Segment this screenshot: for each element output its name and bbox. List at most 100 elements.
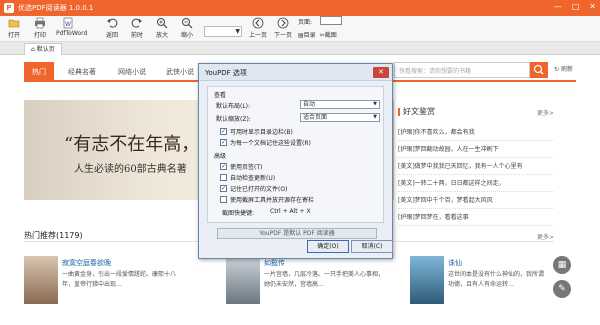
ok-button[interactable]: 确定(O) [307, 240, 349, 253]
recommend-more-link[interactable]: 更多> [537, 232, 554, 241]
recommend-title: 热门推荐(1179) [24, 231, 83, 240]
chevron-down-icon: ▼ [373, 114, 377, 120]
banner-headline: “有志不在年高， [64, 134, 200, 155]
zoom-select[interactable]: ▼ [204, 26, 242, 37]
banner-subline: 人生必读的60部古典名著 [74, 164, 187, 175]
list-item[interactable]: [护眼]梦回翻动故园，人在一生冲刷下 [398, 141, 554, 158]
search-icon [533, 64, 544, 75]
zoom-in-icon [157, 18, 168, 29]
close-button[interactable]: ✕ [589, 2, 596, 11]
dialog-body: 查看 默认布局(L): 自动 ▼ 默认缩放(Z): 适合页面 ▼ ✓ 可用时显示目录边… [207, 86, 384, 223]
page-actions: ▤目录 ✂截图 [298, 30, 337, 39]
remember-settings-checkbox[interactable]: ✓ 为每一个文档记住这些设置(R) [220, 138, 311, 147]
cancel-button[interactable]: 取消(C) [351, 240, 393, 253]
book-card[interactable]: 诛仙 这世间本是没有什么神仙的，我所谓功德，且有人有命运转… [410, 256, 550, 316]
checkbox-checked: ✓ [220, 128, 227, 135]
book-cover [24, 256, 58, 304]
redo-icon [131, 18, 142, 28]
app-logo-icon: P [4, 3, 14, 13]
screenshot-button[interactable]: ✂截图 [320, 30, 337, 39]
book-cover [226, 256, 260, 304]
tab-hot[interactable]: 热门 [24, 62, 54, 82]
search-button[interactable] [530, 62, 548, 78]
advanced-group-label: 高级 [214, 153, 227, 160]
forward-button[interactable]: 前时 [125, 17, 149, 39]
checkbox-checked: ✓ [220, 163, 227, 170]
list-item[interactable]: [美文]做梦中我我已天回忆，我有一人个心里有 [398, 158, 554, 175]
book-card[interactable]: 如懿传 一片宫墙，几层冷落。一只手把美人心事相，她仍未安然，宫墙高… [226, 256, 384, 316]
checkbox-unchecked [220, 196, 227, 203]
list-item[interactable]: [护眼]梦回梦在，看看这事 [398, 209, 554, 226]
layout-label: 默认布局(L): [216, 103, 251, 110]
set-default-reader-button[interactable]: YouPDF 是默认 PDF 阅读器 [217, 228, 377, 239]
book-card[interactable]: 寂寞空庭春欲晚 一曲黄金身，引出一段爱情蹉跎。康熙十八年，皇帝行猎中出现… [24, 256, 194, 316]
maximize-button[interactable]: □ [572, 2, 580, 11]
prev-page-button[interactable]: 上一页 [246, 17, 270, 39]
book-title: 诛仙 [448, 259, 462, 267]
pdf-to-word-button[interactable]: W PdfToWord [56, 17, 87, 37]
minimize-button[interactable]: — [554, 2, 562, 11]
checkbox-unchecked [220, 174, 227, 181]
bookmark-button[interactable]: ▤目录 [298, 30, 316, 39]
hotkey-value[interactable]: Ctrl + Alt + X [270, 208, 311, 215]
folder-icon [8, 19, 20, 28]
tab-classics[interactable]: 经典名著 [60, 62, 104, 82]
back-button[interactable]: 返回 [100, 17, 124, 39]
tab-default-page[interactable]: ⌂ 默认页 [24, 43, 62, 55]
page-number-input[interactable] [320, 16, 342, 25]
layout-select[interactable]: 自动 ▼ [300, 100, 380, 109]
checkbox-checked: ✓ [220, 185, 227, 192]
section-title: 好文鉴赏 [398, 106, 435, 117]
tab-wuxia[interactable]: 武侠小说 [160, 62, 200, 82]
search-input[interactable]: 快看搜索：请你想要的书籍 [394, 62, 530, 78]
tabs-checkbox[interactable]: ✓ 使用页签(T) [220, 162, 262, 171]
chevron-down-icon: ▼ [373, 101, 377, 107]
dialog-title: YouPDF 选项 [205, 69, 247, 77]
qrcode-icon[interactable]: ▦ [553, 256, 571, 274]
essay-section: 好文鉴赏 更多> [护眼]你不喜欢么，都会有我 [护眼]梦回翻动故园，人在一生冲… [398, 100, 554, 226]
title-bar: P 优选PDF阅读器 1.0.0.1 — □ ✕ [0, 0, 600, 16]
remember-files-checkbox[interactable]: ✓ 记住已打开的文件(O) [220, 184, 287, 193]
list-item[interactable]: [护眼]你不喜欢么，都会有我 [398, 124, 554, 141]
floating-tools: ▦ ✎ [553, 256, 573, 304]
zoom-in-button[interactable]: 放大 [150, 17, 174, 39]
refresh-icon: ↻ [554, 66, 561, 73]
print-button[interactable]: 打印 [28, 17, 52, 39]
tab-web-novels[interactable]: 网络小说 [110, 62, 154, 82]
auto-update-checkbox[interactable]: 自动检查更新(U) [220, 173, 275, 182]
book-title: 如懿传 [264, 259, 285, 267]
zoom-label: 默认缩放(Z): [216, 116, 251, 123]
options-dialog: YouPDF 选项 ✕ 查看 默认布局(L): 自动 ▼ 默认缩放(Z): 适合页… [198, 63, 393, 259]
list-item[interactable]: [美文]一转二十两，日日都这样之间走， [398, 175, 554, 192]
book-description: 一曲黄金身，引出一段爱情蹉跎。康熙十八年，皇帝行猎中出现… [62, 271, 177, 288]
printer-icon [35, 17, 45, 29]
edit-icon[interactable]: ✎ [553, 280, 571, 298]
zoom-out-icon [182, 18, 193, 29]
window-controls: — □ ✕ [554, 2, 596, 11]
undo-icon [107, 18, 118, 28]
zoom-select-dialog[interactable]: 适合页面 ▼ [300, 113, 380, 122]
dialog-close-button[interactable]: ✕ [373, 67, 389, 78]
dialog-title-bar: YouPDF 选项 ✕ [199, 64, 392, 81]
arrow-left-circle-icon [252, 17, 264, 29]
window-title: 优选PDF阅读器 1.0.0.1 [18, 4, 94, 12]
page-label: 页面: [298, 19, 313, 26]
svg-text:W: W [65, 21, 71, 28]
word-doc-icon: W [63, 17, 73, 29]
chevron-down-icon: ▼ [235, 28, 240, 35]
next-page-button[interactable]: 下一页 [271, 17, 295, 39]
screenshot-tool-checkbox[interactable]: 使用截屏工具并放开源存在寄栏 [220, 195, 314, 204]
more-link[interactable]: 更多> [537, 108, 554, 117]
zoom-out-button[interactable]: 缩小 [175, 17, 199, 39]
bookmarks-checkbox[interactable]: ✓ 可用时显示目录边栏(B) [220, 127, 293, 136]
checkbox-checked: ✓ [220, 139, 227, 146]
view-group-label: 查看 [214, 92, 227, 99]
open-button[interactable]: 打开 [2, 17, 26, 39]
arrow-right-circle-icon [277, 17, 289, 29]
book-description: 一片宫墙，几层冷落。一只手把美人心事相，她仍未安然，宫墙高… [264, 271, 385, 288]
refresh-button[interactable]: ↻ 刷新 [554, 64, 573, 73]
document-tab-bar: ⌂ 默认页 [0, 42, 600, 55]
book-cover [410, 256, 444, 304]
hotkey-label: 截图快捷键: [222, 210, 255, 217]
list-item[interactable]: [美文]梦回中千个百，梦看起大风风 [398, 192, 554, 209]
